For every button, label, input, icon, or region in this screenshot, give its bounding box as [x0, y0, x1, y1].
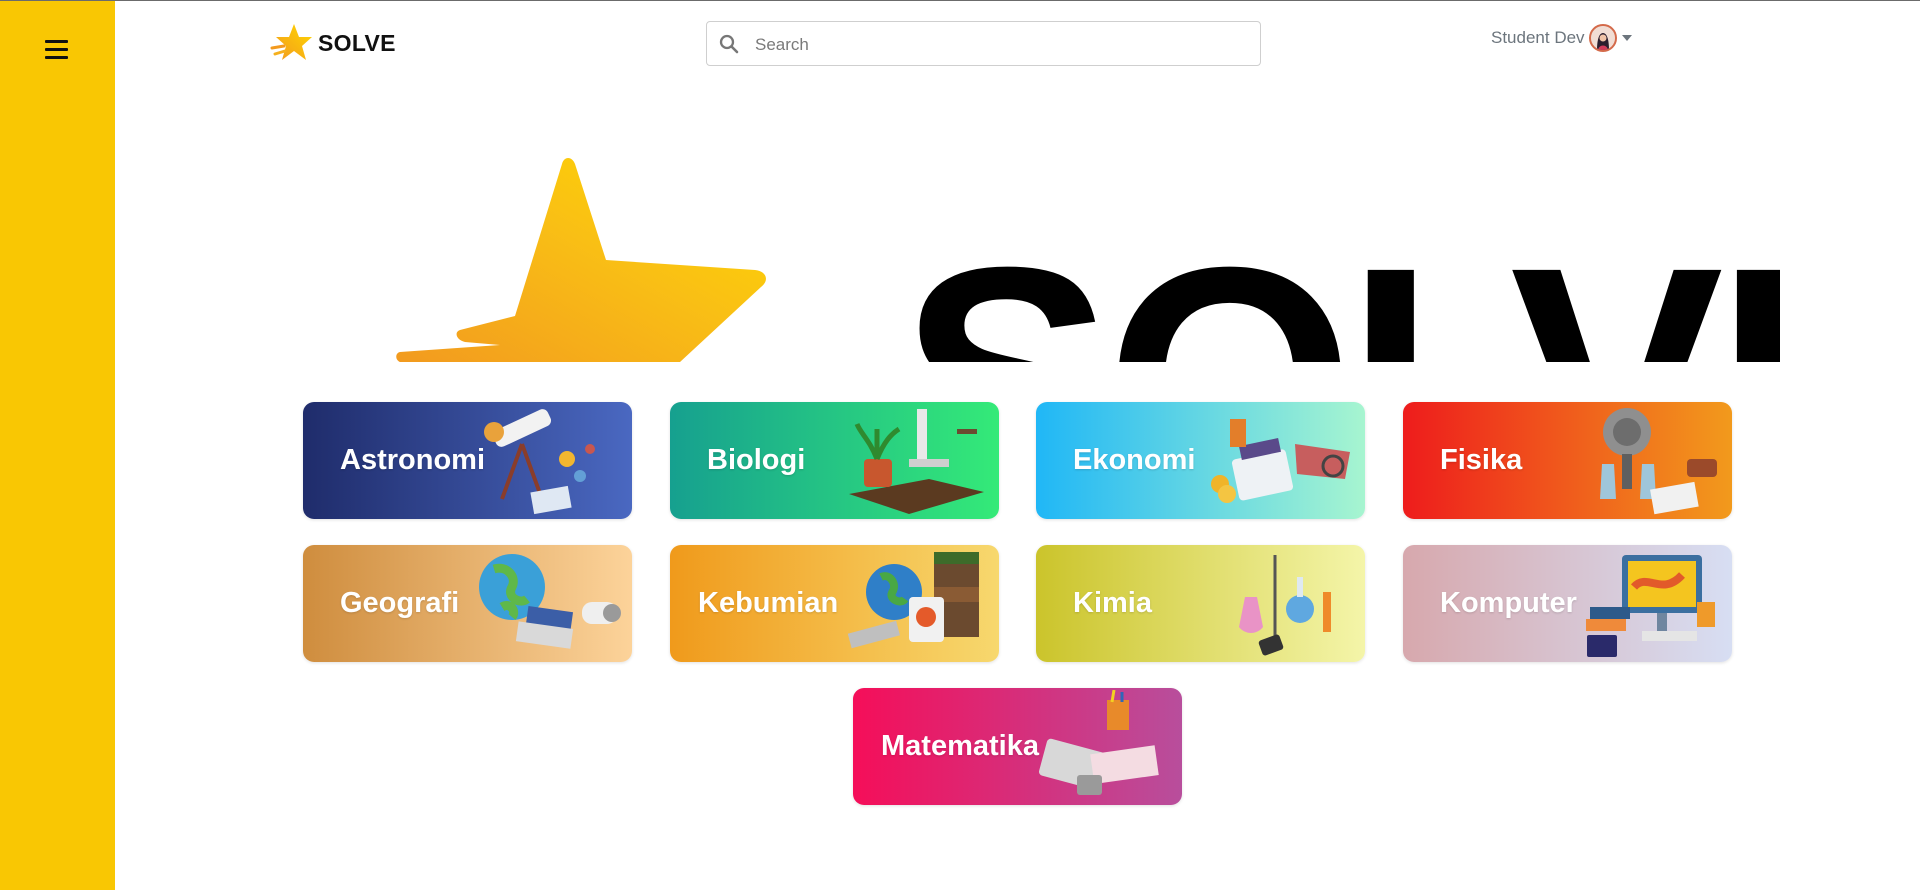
subject-label: Matematika — [881, 730, 1039, 762]
brand-logo[interactable]: SOLVE — [270, 22, 396, 64]
subject-card-biologi[interactable]: Biologi — [670, 402, 999, 519]
search-input[interactable] — [753, 22, 1252, 67]
subject-card-astronomi[interactable]: Astronomi — [303, 402, 632, 519]
telescope-illustration — [484, 409, 595, 515]
microscope-plant-illustration — [849, 409, 984, 514]
hero-banner: SOLVE — [300, 90, 1780, 362]
search-box[interactable] — [706, 21, 1261, 67]
calculator-coins-illustration — [1211, 419, 1350, 503]
subject-label: Ekonomi — [1073, 444, 1196, 476]
hero-star-logo: SOLVE — [396, 158, 1780, 362]
subject-label: Biologi — [707, 444, 806, 476]
subject-label: Kimia — [1073, 587, 1152, 619]
subject-card-ekonomi[interactable]: Ekonomi — [1036, 402, 1365, 519]
subject-label: Astronomi — [340, 444, 485, 476]
search-icon — [719, 34, 739, 54]
subject-card-kebumian[interactable]: Kebumian — [670, 545, 999, 662]
subject-label: Fisika — [1440, 444, 1523, 476]
hamburger-icon[interactable] — [45, 38, 69, 62]
physics-lab-illustration — [1600, 408, 1717, 515]
math-calculator-illustration — [1039, 690, 1159, 795]
user-menu[interactable]: Student Dev — [1491, 24, 1632, 52]
caret-down-icon — [1621, 35, 1632, 41]
chemistry-flasks-illustration — [1239, 555, 1331, 656]
subject-card-matematika[interactable]: Matematika — [853, 688, 1182, 805]
globe-earth-layers-illustration — [847, 552, 979, 649]
sidebar — [0, 1, 115, 890]
subject-label: Kebumian — [698, 587, 839, 619]
user-name: Student Dev — [1491, 28, 1585, 47]
top-border — [0, 0, 1920, 1]
subject-card-geografi[interactable]: Geografi — [303, 545, 632, 662]
subject-card-kimia[interactable]: Kimia — [1036, 545, 1365, 662]
subject-label: Geografi — [340, 587, 460, 619]
subject-card-fisika[interactable]: Fisika — [1403, 402, 1732, 519]
globe-illustration — [479, 554, 621, 649]
star-logo-icon — [270, 24, 312, 60]
avatar[interactable] — [1588, 24, 1617, 52]
hero-brand-text: SOLVE — [900, 200, 1780, 362]
subject-card-komputer[interactable]: Komputer — [1403, 545, 1732, 662]
brand-name: SOLVE — [318, 29, 396, 56]
computer-illustration — [1586, 555, 1715, 657]
subject-label: Komputer — [1440, 587, 1577, 619]
